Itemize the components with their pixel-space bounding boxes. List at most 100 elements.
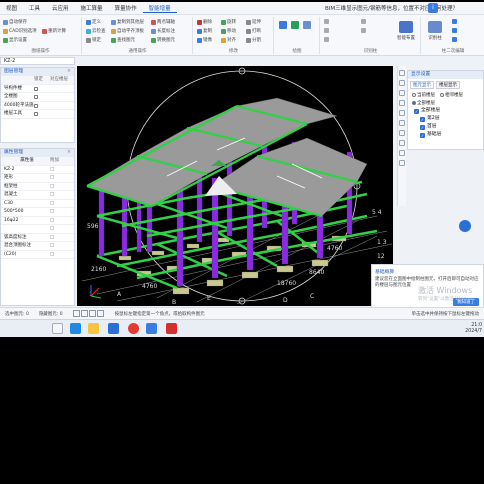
tip-icon[interactable]: i bbox=[428, 3, 438, 13]
checkbox[interactable]: □ bbox=[50, 174, 70, 182]
smart-layout-button[interactable]: 智能布置 bbox=[395, 18, 417, 48]
ribbon-define[interactable]: 定义 bbox=[86, 19, 101, 25]
property-row[interactable]: 混凝土 □ bbox=[1, 191, 74, 200]
checkbox[interactable]: □ bbox=[50, 208, 70, 216]
view-tool-icon[interactable] bbox=[399, 140, 405, 146]
layer-row[interactable]: 全楼图 bbox=[1, 93, 74, 102]
recog-item-1[interactable] bbox=[324, 19, 329, 24]
tree-item-floor2[interactable]: ✓ 第2层 bbox=[414, 115, 483, 123]
recog-item-4[interactable] bbox=[361, 19, 366, 24]
ribbon-find[interactable]: 查找图元 bbox=[111, 37, 135, 43]
checkbox[interactable]: □ bbox=[50, 234, 70, 242]
checkbox[interactable]: □ bbox=[50, 166, 70, 174]
lock-icon[interactable] bbox=[34, 112, 38, 116]
ribbon-cad-options[interactable]: CAD识别选项 bbox=[3, 28, 37, 34]
ribbon-align[interactable]: 对齐 bbox=[221, 37, 236, 43]
search-icon[interactable] bbox=[52, 323, 63, 334]
tree-item-foundation[interactable]: ✓ 基础层 bbox=[414, 131, 483, 139]
ribbon-length-dim[interactable]: 长度标注 bbox=[151, 28, 175, 34]
menu-tools[interactable]: 工具 bbox=[23, 4, 46, 12]
checkbox-checked[interactable]: ✓ bbox=[420, 124, 425, 130]
view-tool-icon[interactable] bbox=[399, 160, 405, 166]
property-row[interactable]: 弧高度标注 □ bbox=[1, 234, 74, 242]
menu-construction[interactable]: 施工算量 bbox=[75, 4, 109, 12]
ribbon-split[interactable]: 分割 bbox=[246, 37, 261, 43]
menu-smart[interactable]: 智能增量 bbox=[142, 4, 177, 13]
ribbon-convert[interactable]: 转换图元 bbox=[151, 37, 175, 43]
ribbon-mirror[interactable]: 镜像 bbox=[197, 37, 212, 43]
ribbon-rotate[interactable]: 旋转 bbox=[221, 19, 236, 25]
ribbon-display[interactable]: 显示设置 bbox=[3, 37, 27, 43]
draw-point[interactable] bbox=[279, 21, 287, 29]
floor-selector[interactable]: KZ-2 bbox=[0, 57, 75, 65]
folder-icon[interactable] bbox=[88, 323, 99, 334]
view-tool-icon[interactable] bbox=[399, 70, 405, 76]
model-viewport[interactable]: 5 4 1 3 12 4760 18760 D E C B A 596 2160… bbox=[77, 66, 393, 306]
ribbon-delete[interactable]: 删除 bbox=[197, 19, 212, 25]
layer-row[interactable]: 楼层工具 bbox=[1, 110, 74, 119]
col-edit-1[interactable] bbox=[452, 19, 457, 24]
close-icon[interactable]: × bbox=[67, 68, 71, 76]
app-icon[interactable] bbox=[108, 323, 119, 334]
property-row[interactable]: 混合顶图标注 □ bbox=[1, 242, 74, 251]
radio-all-floors[interactable]: 全部楼层 bbox=[412, 100, 435, 106]
radio-adjacent-floor[interactable]: 相邻楼层 bbox=[440, 92, 463, 98]
property-row[interactable]: 矩形 □ bbox=[1, 174, 74, 183]
view-tool-icon[interactable] bbox=[399, 120, 405, 126]
ribbon-copy-floor[interactable]: 复制到其他层 bbox=[111, 19, 144, 25]
property-row[interactable]: 16φ22 □ bbox=[1, 217, 74, 225]
building-3d-model[interactable]: 5 4 1 3 12 4760 18760 D E C B A 596 2160… bbox=[77, 66, 393, 306]
lock-icon[interactable] bbox=[34, 86, 38, 91]
edge-icon[interactable] bbox=[70, 323, 81, 334]
ribbon-recalc[interactable]: 重新计算 bbox=[42, 28, 66, 34]
checkbox[interactable]: □ bbox=[50, 200, 70, 208]
checkbox[interactable]: □ bbox=[50, 183, 70, 191]
ribbon-move[interactable]: 移动 bbox=[221, 28, 236, 34]
ribbon-align-slab[interactable]: 自动平齐顶板 bbox=[111, 28, 144, 34]
checkbox[interactable]: □ bbox=[50, 225, 70, 233]
view-tool-icon[interactable] bbox=[399, 130, 405, 136]
lock-icon[interactable] bbox=[34, 103, 38, 108]
select-tool-icon[interactable] bbox=[72, 310, 80, 317]
ribbon-copy[interactable]: 复制 bbox=[197, 28, 212, 34]
layer-row[interactable]: 导构件楼 bbox=[1, 85, 74, 93]
checkbox-checked[interactable]: ✓ bbox=[414, 108, 419, 114]
property-row[interactable]: (C20) □ bbox=[1, 251, 74, 259]
recog-item-3[interactable] bbox=[324, 37, 329, 42]
view-tool-icon[interactable] bbox=[399, 90, 405, 96]
select-tool-icon[interactable] bbox=[96, 310, 104, 317]
menu-cloud[interactable]: 云应用 bbox=[46, 4, 75, 12]
checkbox[interactable]: □ bbox=[50, 217, 70, 225]
tree-item-all[interactable]: ✓ 全部楼层 bbox=[414, 107, 483, 115]
property-row[interactable]: □ bbox=[1, 225, 74, 234]
property-row[interactable]: KZ-2 □ bbox=[1, 166, 74, 174]
view-tool-icon[interactable] bbox=[399, 80, 405, 86]
layer-row[interactable]: 4000轮平法施 bbox=[1, 102, 74, 110]
pdf-icon[interactable] bbox=[166, 323, 177, 334]
draw-rect[interactable] bbox=[303, 21, 311, 29]
ribbon-two-point-axis[interactable]: 两点辅轴 bbox=[151, 19, 175, 25]
close-icon[interactable]: × bbox=[67, 149, 71, 157]
recog-item-2[interactable] bbox=[324, 28, 329, 33]
checkbox[interactable]: □ bbox=[50, 191, 70, 199]
radio-current-floor[interactable]: 当前楼层 bbox=[412, 92, 435, 98]
tab-element-display[interactable]: 图元显示 bbox=[410, 81, 434, 89]
recog-item-5[interactable] bbox=[361, 28, 366, 33]
col-edit-3[interactable] bbox=[452, 37, 457, 42]
lock-icon[interactable] bbox=[34, 95, 38, 99]
property-row[interactable]: 框架柱 □ bbox=[1, 183, 74, 191]
property-row[interactable]: 500*500 □ bbox=[1, 208, 74, 217]
tip-banner[interactable]: BIM三维显示图元/钢筋等信息，位置不对应如何处理？ bbox=[325, 4, 458, 12]
view-tool-icon[interactable] bbox=[399, 110, 405, 116]
ribbon-lock[interactable]: 锁定 bbox=[86, 37, 101, 43]
draw-rotate-point[interactable] bbox=[291, 21, 299, 29]
recognize-column-button[interactable]: 识别柱 bbox=[424, 18, 446, 48]
checkbox-checked[interactable]: ✓ bbox=[420, 116, 425, 122]
col-edit-2[interactable] bbox=[452, 28, 457, 33]
recorder-icon[interactable] bbox=[128, 323, 139, 334]
property-row[interactable]: C30 □ bbox=[1, 200, 74, 208]
gtj-icon[interactable] bbox=[146, 323, 157, 334]
ribbon-cloud-check[interactable]: 云检查 bbox=[86, 28, 106, 34]
view-tool-icon[interactable] bbox=[399, 150, 405, 156]
ribbon-autosave[interactable]: 自动保存 bbox=[3, 19, 27, 25]
